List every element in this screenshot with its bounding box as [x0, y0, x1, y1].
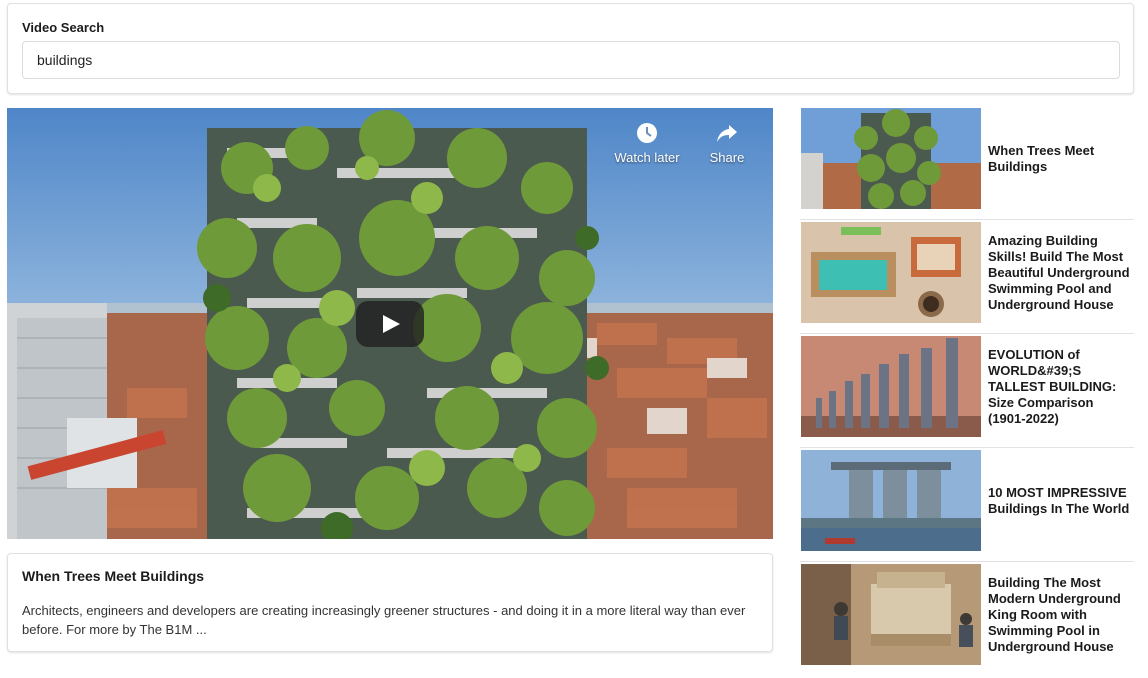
video-player[interactable]: Watch later Share	[7, 108, 773, 539]
list-item[interactable]: Amazing Building Skills! Build The Most …	[800, 220, 1134, 334]
search-label: Video Search	[22, 20, 105, 35]
list-item-title: 10 MOST IMPRESSIVE Buildings In The Worl…	[988, 485, 1130, 516]
video-thumbnail	[801, 222, 981, 323]
list-item[interactable]: 10 MOST IMPRESSIVE Buildings In The Worl…	[800, 448, 1134, 562]
clock-icon	[607, 120, 687, 146]
list-item[interactable]: When Trees Meet Buildings	[800, 106, 1134, 220]
video-thumbnail	[801, 336, 981, 437]
list-item-title: Building The Most Modern Underground Kin…	[988, 575, 1121, 654]
search-card: Video Search	[7, 3, 1134, 94]
list-item-title: Amazing Building Skills! Build The Most …	[988, 233, 1130, 312]
list-item[interactable]: Building The Most Modern Underground Kin…	[800, 562, 1134, 676]
share-label: Share	[709, 150, 745, 165]
video-detail-card: When Trees Meet Buildings Architects, en…	[7, 553, 773, 652]
video-thumbnail	[801, 450, 981, 551]
list-item-title: EVOLUTION of WORLD&#39;S TALLEST BUILDIN…	[988, 347, 1117, 426]
video-description: Architects, engineers and developers are…	[22, 603, 746, 637]
search-input[interactable]	[22, 41, 1120, 79]
play-icon	[383, 315, 400, 333]
video-thumbnail	[801, 564, 981, 665]
play-button[interactable]	[356, 301, 424, 347]
list-item[interactable]: EVOLUTION of WORLD&#39;S TALLEST BUILDIN…	[800, 334, 1134, 448]
video-title: When Trees Meet Buildings	[22, 568, 205, 584]
watch-later-button[interactable]: Watch later	[607, 120, 687, 165]
list-item-title: When Trees Meet Buildings	[988, 143, 1095, 174]
share-arrow-icon	[687, 120, 767, 146]
share-button[interactable]: Share	[687, 120, 767, 165]
watch-later-label: Watch later	[614, 150, 680, 165]
video-thumbnail	[801, 108, 981, 209]
